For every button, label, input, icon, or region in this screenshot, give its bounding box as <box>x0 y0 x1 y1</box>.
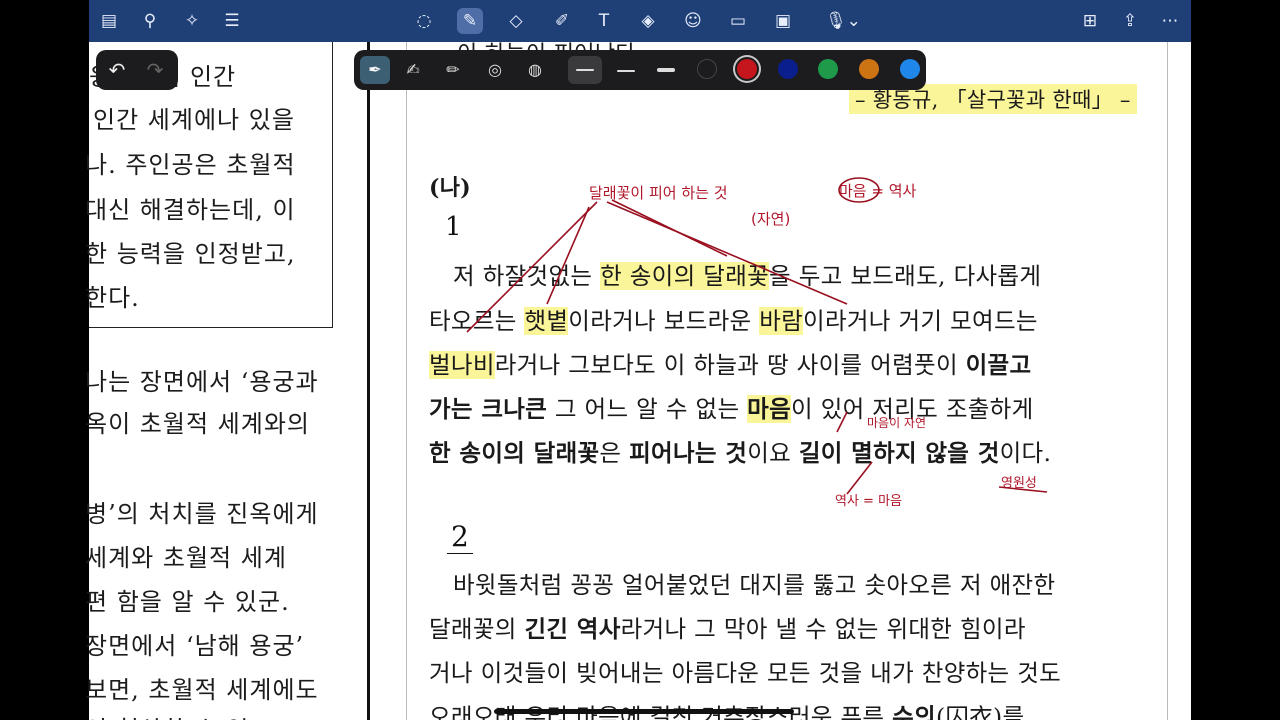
annotation-5: 영원성 <box>1001 476 1037 491</box>
paragraph-line: 바윗돌처럼 꽁꽁 얼어붙었던 대지를 뚫고 솟아오른 저 애잔한 <box>453 571 1056 599</box>
highlight: 한 송이의 달래꽃 <box>600 262 770 290</box>
left-line: 인간 세계에나 있을 <box>93 106 295 134</box>
left-line: 옥이 초월적 세계와의 <box>85 410 310 438</box>
shape-pen-icon[interactable]: ◍ <box>520 56 550 84</box>
sparkle-icon[interactable]: ✧ <box>179 8 205 34</box>
undo-redo-bar: ↶ ↷ <box>96 50 178 90</box>
text-icon[interactable]: T <box>591 8 617 34</box>
sidebar-icon[interactable]: ▤ <box>96 8 122 34</box>
page-divider <box>367 42 370 720</box>
annotation-4: 역사 = 마음 <box>835 494 902 509</box>
number-1-handwritten: 1 <box>445 212 462 242</box>
center-page: 이 하늘이 피어난다 – 황동규, 「살구꽃과 한때」 – (나) 1 저 하잘… <box>406 42 1168 720</box>
home-indicator <box>494 709 794 714</box>
paragraph-line: 타오르는 햇볕이라거나 보드라운 바람이라거나 거기 모여드는 <box>429 307 1038 335</box>
note-icon[interactable]: ▭ <box>725 8 751 34</box>
search-icon[interactable]: ⚲ <box>137 8 163 34</box>
pen-toolbar: ✒ ✍ ✏ ◎ ◍ <box>354 50 926 90</box>
annotation-1-sub: (자연) <box>751 210 791 228</box>
pen-icon[interactable]: ✎ <box>457 8 483 34</box>
document-list-icon[interactable]: ☰ <box>219 8 245 34</box>
left-line: 한 능력을 인정받고, <box>85 240 296 268</box>
paragraph-line: 가는 크나큰 그 어느 알 수 없는 마음이 있어 저리도 조출하게 <box>429 395 1034 423</box>
undo-icon[interactable]: ↶ <box>102 56 132 84</box>
eraser-icon[interactable]: ◇ <box>503 8 529 34</box>
paragraph-line: 벌나비라거나 그보다도 이 하늘과 땅 사이를 어렴풋이 이끌고 <box>429 351 1032 379</box>
color-swatch-black[interactable] <box>697 59 717 79</box>
highlight: 바람 <box>759 307 804 335</box>
annotation-1: 달래꽃이 피어 하는 것 <box>589 184 728 202</box>
lasso-pen-icon[interactable]: ◎ <box>480 56 510 84</box>
annotation-2: 마음 = 역사 <box>839 182 917 200</box>
left-page: 웅서처럼 인간 인간 세계에나 있을 나. 주인공은 초월적 대신 해결하는데,… <box>85 42 359 720</box>
color-swatch-red[interactable] <box>737 59 757 79</box>
color-swatch-orange[interactable] <box>859 59 879 79</box>
thickness-thick[interactable] <box>649 56 683 84</box>
left-line: 대신 해결하는데, 이 <box>85 196 296 224</box>
highlighter-icon[interactable]: ✐ <box>549 8 575 34</box>
lasso-icon[interactable]: ◌ <box>411 8 437 34</box>
color-swatch-green[interactable] <box>818 59 838 79</box>
left-line: 세계와 초월적 세계 <box>85 544 287 572</box>
more-icon[interactable]: ⋯ <box>1157 8 1183 34</box>
left-line: 나는 장면에서 ‘용궁과 <box>85 368 319 396</box>
mic-icon[interactable]: 🎙︎⌄ <box>823 8 863 34</box>
paragraph-line: 한 송이의 달래꽃은 피어나는 것이요 길이 멸하지 않을 것이다. <box>429 439 1052 467</box>
add-page-icon[interactable]: ⊞ <box>1077 8 1103 34</box>
share-icon[interactable]: ⇪ <box>1117 8 1143 34</box>
shapes-icon[interactable]: ◈ <box>635 8 661 34</box>
left-line: 보면, 초월적 세계에도 <box>85 676 319 704</box>
annotation-3: 마음이 자연 <box>867 416 927 430</box>
highlight: 햇볕 <box>524 307 569 335</box>
left-line: 장면에서 ‘남해 용궁’ <box>85 632 305 660</box>
left-line: 나. 주인공은 초월적 <box>85 151 296 179</box>
top-toolbar: ▤ ⚲ ✧ ☰ ◌ ✎ ◇ ✐ T ◈ ☺ ▭ ▣ 🎙︎⌄ ⊞ ⇪ ⋯ <box>89 0 1191 42</box>
paragraph-line: 저 하잘것없는 한 송이의 달래꽃을 두고 보드래도, 다사롭게 <box>453 262 1042 290</box>
sticker-icon[interactable]: ☺ <box>680 8 706 34</box>
image-icon[interactable]: ▣ <box>770 8 796 34</box>
left-line: 편 함을 알 수 있군. <box>85 588 290 616</box>
thickness-thin[interactable] <box>568 56 602 84</box>
paragraph-line: 거나 이것들이 빚어내는 아름다운 모든 것을 내가 찬양하는 것도 <box>429 659 1062 687</box>
color-swatch-navy[interactable] <box>778 59 798 79</box>
brush-pen-icon[interactable]: ✏ <box>438 56 468 84</box>
paragraph-line: 달래꽃의 긴긴 역사라거나 그 막아 낼 수 없는 위대한 힘이라 <box>429 615 1026 643</box>
highlight: 벌나비 <box>429 351 495 379</box>
right-margin <box>1191 0 1280 720</box>
section-label: (나) <box>429 175 471 201</box>
left-line: 한다. <box>85 284 140 312</box>
color-swatch-blue[interactable] <box>900 59 920 79</box>
fountain-pen-icon[interactable]: ✒ <box>360 56 390 84</box>
redo-icon[interactable]: ↷ <box>140 56 170 84</box>
thickness-medium[interactable] <box>609 56 643 84</box>
number-2-handwritten: 2 <box>447 520 473 554</box>
left-line: 이 형상화 수 있고 <box>85 710 272 720</box>
left-line: 병’의 처치를 진옥에게 <box>85 500 319 528</box>
ballpoint-pen-icon[interactable]: ✍ <box>398 56 428 84</box>
highlight: 마음 <box>747 395 791 423</box>
